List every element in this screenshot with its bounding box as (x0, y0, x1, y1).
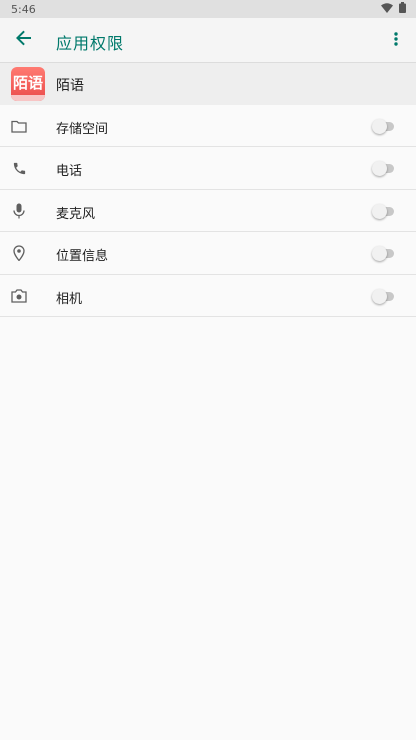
overflow-menu-button[interactable] (382, 26, 410, 54)
location-icon (10, 244, 28, 262)
app-icon-strip (11, 95, 45, 101)
microphone-icon (10, 202, 28, 220)
permission-toggle[interactable] (372, 203, 394, 219)
app-icon-text: 陌语 (12, 73, 43, 92)
status-icons (381, 2, 406, 16)
permission-toggle[interactable] (372, 161, 394, 177)
battery-icon (399, 2, 406, 16)
permission-toggle[interactable] (372, 246, 394, 262)
more-vert-icon (394, 31, 398, 50)
permission-label: 麦克风 (56, 206, 96, 222)
app-header: 陌语 陌语 (0, 63, 416, 105)
permission-row-storage[interactable]: 存储空间 (0, 105, 416, 148)
status-time: 5:46 (11, 2, 36, 16)
page-title: 应用权限 (56, 34, 125, 53)
folder-icon (10, 117, 28, 135)
arrow-left-icon (16, 30, 32, 50)
back-button[interactable] (8, 24, 40, 56)
phone-icon (10, 159, 28, 177)
permission-row-microphone[interactable]: 麦克风 (0, 190, 416, 233)
permission-label: 电话 (56, 164, 83, 180)
permission-label: 存储空间 (56, 122, 109, 137)
camera-icon (10, 287, 28, 305)
app-bar: 应用权限 (0, 18, 416, 63)
app-icon: 陌语 (11, 67, 45, 101)
permission-row-camera[interactable]: 相机 (0, 275, 416, 317)
permission-toggle[interactable] (372, 119, 394, 134)
status-bar: 5:46 (0, 0, 416, 18)
permission-row-location[interactable]: 位置信息 (0, 232, 416, 275)
permission-toggle[interactable] (372, 288, 394, 304)
app-name: 陌语 (56, 78, 84, 94)
permission-label: 相机 (56, 291, 83, 307)
permission-label: 位置信息 (56, 249, 109, 265)
wifi-icon (381, 2, 393, 16)
permission-row-phone[interactable]: 电话 (0, 147, 416, 190)
permission-list: 存储空间 电话 麦克风 位置信息 相机 (0, 105, 416, 317)
